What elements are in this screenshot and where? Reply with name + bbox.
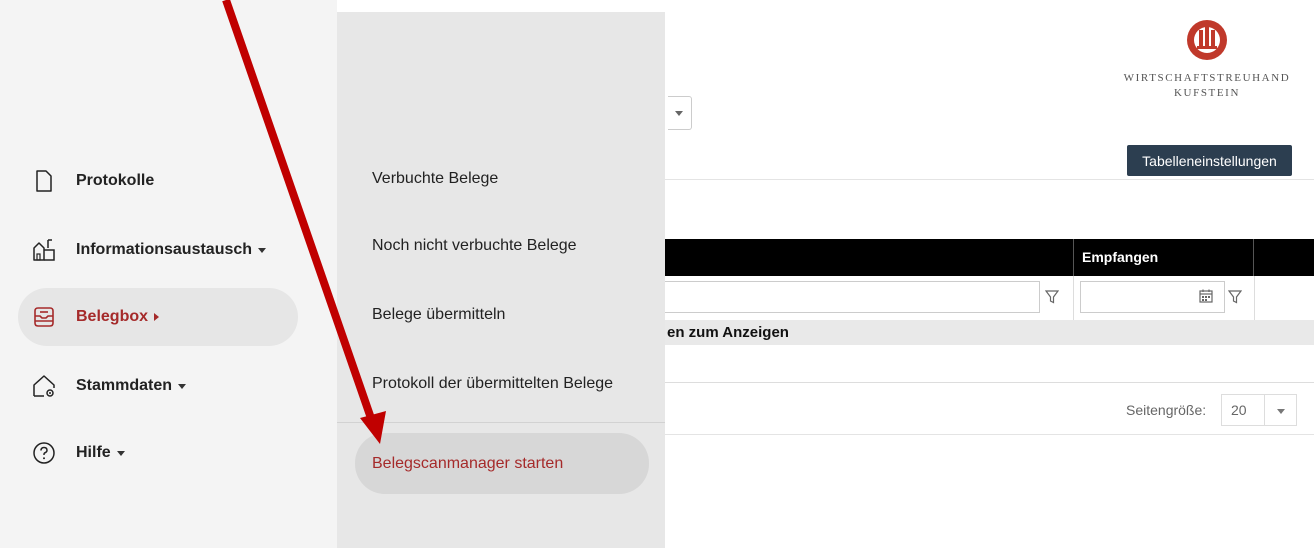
dropdown-toggle[interactable] [668, 96, 692, 130]
sidebar-item-belegbox[interactable]: Belegbox [18, 288, 298, 346]
column-header-received[interactable]: Empfangen [1073, 239, 1254, 276]
chevron-down-icon[interactable] [1277, 409, 1285, 414]
divider [665, 179, 1314, 180]
table-settings-button[interactable]: Tabelleneinstellungen [1127, 145, 1292, 176]
logo-emblem-icon [1187, 20, 1227, 60]
company-logo[interactable]: WIRTSCHAFTSTREUHAND KUFSTEIN [1100, 18, 1314, 99]
page-size-value: 20 [1231, 402, 1247, 418]
filter-icon[interactable] [1045, 290, 1059, 304]
select-divider [1264, 394, 1265, 426]
page-size-label: Seitengröße: [1126, 402, 1207, 418]
sidebar: Protokolle Informationsaustausch Belegbo… [0, 0, 337, 548]
sidebar-item-label: Stammdaten [76, 377, 173, 394]
chevron-down-icon [178, 383, 187, 389]
sidebar-item-stammdaten[interactable]: Stammdaten [18, 357, 298, 415]
sidebar-item-informationsaustausch[interactable]: Informationsaustausch [18, 221, 298, 279]
submenu-item-protokoll-uebermittelte-belege[interactable]: Protokoll der übermittelten Belege [372, 375, 613, 393]
chevron-down-icon [258, 247, 267, 253]
sidebar-item-protokolle[interactable]: Protokolle [18, 152, 298, 210]
pager [665, 385, 1314, 435]
filter-icon[interactable] [1228, 290, 1242, 304]
sidebar-item-label: Protokolle [76, 172, 155, 189]
column-divider [1073, 276, 1074, 320]
submenu-item-noch-nicht-verbuchte-belege[interactable]: Noch nicht verbuchte Belege [372, 237, 577, 255]
sidebar-item-label: Informationsaustausch [76, 241, 253, 258]
submenu-item-belege-uebermitteln[interactable]: Belege übermitteln [372, 306, 505, 324]
column-divider [1254, 276, 1255, 320]
inbox-icon [34, 307, 54, 327]
logo-text-line1: WIRTSCHAFTSTREUHAND [1123, 72, 1291, 84]
no-records-message: en zum Anzeigen [665, 320, 1314, 345]
exchange-icon [33, 239, 55, 261]
chevron-down-icon [116, 450, 125, 456]
sidebar-item-label: Hilfe [76, 444, 111, 461]
grid-empty-row [665, 345, 1314, 383]
help-circle-icon [33, 442, 55, 464]
filter-input-text[interactable] [665, 281, 1040, 313]
calendar-icon[interactable] [1199, 289, 1213, 303]
document-icon [36, 170, 52, 192]
house-gear-icon [33, 375, 55, 397]
logo-text-line2: KUFSTEIN [1174, 87, 1240, 99]
submenu-item-label: Belegscanmanager starten [372, 455, 564, 472]
sidebar-item-label: Belegbox [76, 308, 149, 325]
submenu-item-verbuchte-belege[interactable]: Verbuchte Belege [372, 170, 498, 188]
submenu-divider [337, 422, 665, 423]
chevron-right-icon [154, 313, 160, 321]
sidebar-item-hilfe[interactable]: Hilfe [18, 424, 298, 482]
